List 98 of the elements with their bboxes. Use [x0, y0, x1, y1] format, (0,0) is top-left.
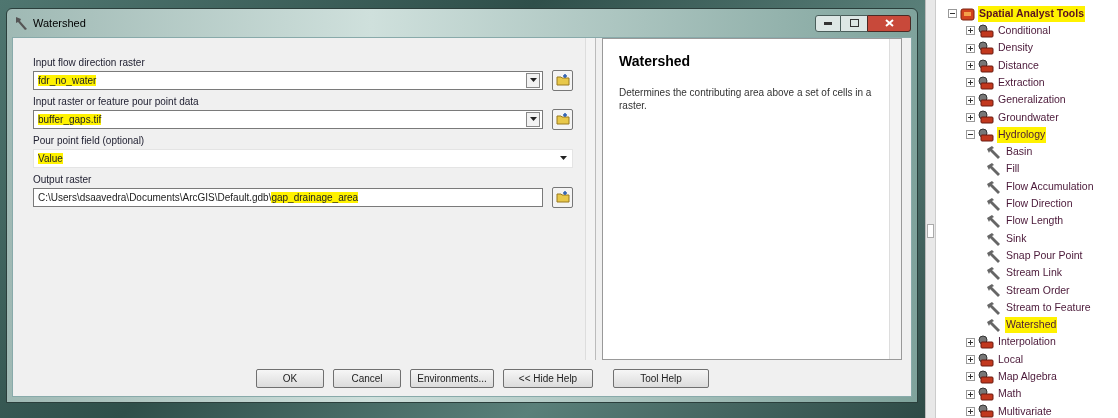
dropdown-button[interactable] [526, 72, 540, 88]
field-label: Output raster [33, 174, 93, 186]
dropdown-caret-icon [560, 156, 567, 160]
tree-item[interactable]: Flow Direction [1005, 196, 1074, 212]
expand-toggle[interactable] [966, 389, 975, 399]
minimize-button[interactable] [815, 14, 841, 32]
help-description: Determines the contributing area above a set of cells in a raster. [619, 86, 873, 112]
plus-icon [968, 45, 973, 51]
dropdown-caret-icon [529, 117, 537, 121]
plus-icon [968, 408, 973, 414]
folder-icon [555, 191, 570, 203]
expand-toggle[interactable] [966, 78, 975, 88]
dropdown-field[interactable]: Value [33, 148, 573, 168]
tree-item[interactable]: Watershed [1005, 317, 1058, 333]
tree-item[interactable]: Stream Link [1005, 265, 1064, 281]
tree-item[interactable]: Generalization [997, 92, 1067, 108]
tree-item[interactable]: Multivariate [997, 403, 1053, 418]
plus-icon [968, 80, 973, 86]
expand-toggle[interactable] [966, 95, 975, 105]
collapse-toggle[interactable] [966, 130, 975, 140]
field-label: Pour point field (optional) [33, 135, 146, 147]
toolset-icon [978, 369, 994, 384]
browse-button[interactable] [552, 69, 573, 91]
plus-icon [968, 391, 973, 397]
plus-icon [968, 63, 973, 69]
close-button[interactable] [867, 14, 911, 32]
scrollbar[interactable] [889, 39, 901, 359]
field-label: Input raster or feature pour point data [33, 96, 200, 108]
tree-item[interactable]: Stream Order [1005, 282, 1071, 299]
tree-item[interactable]: Stream to Feature [1005, 299, 1092, 316]
dropdown-field[interactable]: fdr_no_water [33, 70, 543, 90]
toolset-icon [978, 58, 994, 73]
window-title: Watershed [33, 15, 86, 31]
toolset-icon [978, 23, 994, 38]
scroll-thumb[interactable] [927, 224, 934, 238]
expand-toggle[interactable] [966, 372, 975, 382]
tree-item[interactable]: Flow Length [1005, 213, 1065, 230]
tree-item[interactable]: Local [997, 351, 1025, 368]
expand-toggle[interactable] [966, 61, 975, 71]
browse-button[interactable] [552, 108, 573, 130]
expand-toggle[interactable] [966, 406, 975, 416]
plus-icon [968, 374, 973, 380]
expand-toggle[interactable] [966, 355, 975, 365]
tree-item[interactable]: Groundwater [997, 109, 1060, 126]
minimize-icon [824, 21, 832, 25]
dialog-button[interactable]: Environments... [410, 368, 494, 388]
tree-item[interactable]: Density [997, 40, 1034, 57]
toolset-icon [978, 387, 994, 402]
plus-icon [968, 339, 973, 345]
tree-item[interactable]: Hydrology [997, 126, 1047, 143]
plus-icon [968, 97, 973, 103]
tree-item[interactable]: Fill [1005, 161, 1021, 178]
minus-icon [968, 134, 973, 136]
dialog-button[interactable]: << Hide Help [503, 368, 593, 388]
expand-toggle[interactable] [966, 26, 975, 36]
tree-item[interactable]: Conditional [997, 23, 1052, 39]
close-icon [884, 19, 894, 27]
maximize-icon [849, 19, 859, 27]
minus-icon [950, 13, 955, 15]
folder-icon [555, 74, 570, 86]
browse-button[interactable] [552, 186, 573, 208]
dropdown-caret-icon [529, 78, 537, 82]
plus-icon [968, 357, 973, 363]
dialog-button[interactable]: Cancel [333, 368, 401, 388]
toolset-icon [978, 75, 994, 90]
tree-item[interactable]: Interpolation [997, 334, 1057, 351]
tree-item[interactable]: Spatial Analyst Tools [978, 5, 1086, 22]
folder-icon [555, 113, 570, 125]
collapse-toggle[interactable] [948, 9, 957, 19]
tree-item[interactable]: Distance [997, 57, 1040, 74]
tree-item[interactable]: Snap Pour Point [1005, 247, 1084, 264]
help-title: Watershed [619, 52, 692, 71]
expand-toggle[interactable] [966, 337, 975, 347]
expand-toggle[interactable] [966, 43, 975, 53]
toolset-icon [978, 93, 994, 108]
field-value: fdr_no_water [38, 73, 97, 87]
tree-item[interactable]: Map Algebra [997, 369, 1058, 385]
toolset-icon [978, 352, 994, 367]
dialog-button[interactable]: OK [256, 368, 324, 388]
field-label: Input flow direction raster [33, 57, 146, 69]
toolset-icon [978, 110, 994, 125]
tree-item[interactable]: Sink [1005, 230, 1028, 247]
tool-help-button[interactable]: Tool Help [613, 368, 709, 388]
tree-item[interactable]: Extraction [997, 74, 1046, 91]
toolset-icon [978, 127, 994, 142]
plus-icon [968, 114, 973, 120]
expand-toggle[interactable] [966, 112, 975, 122]
plus-icon [968, 28, 973, 34]
dropdown-button[interactable] [526, 111, 540, 127]
tree-item[interactable]: Flow Accumulation [1005, 178, 1095, 195]
toolset-icon [978, 404, 994, 418]
toolbox-icon [960, 6, 975, 21]
toolset-icon [978, 41, 994, 56]
maximize-button[interactable] [841, 14, 867, 32]
field-value: Value [38, 151, 63, 165]
tree-item[interactable]: Basin [1005, 144, 1034, 160]
tree-item[interactable]: Math [997, 386, 1023, 403]
toolset-icon [978, 335, 994, 350]
